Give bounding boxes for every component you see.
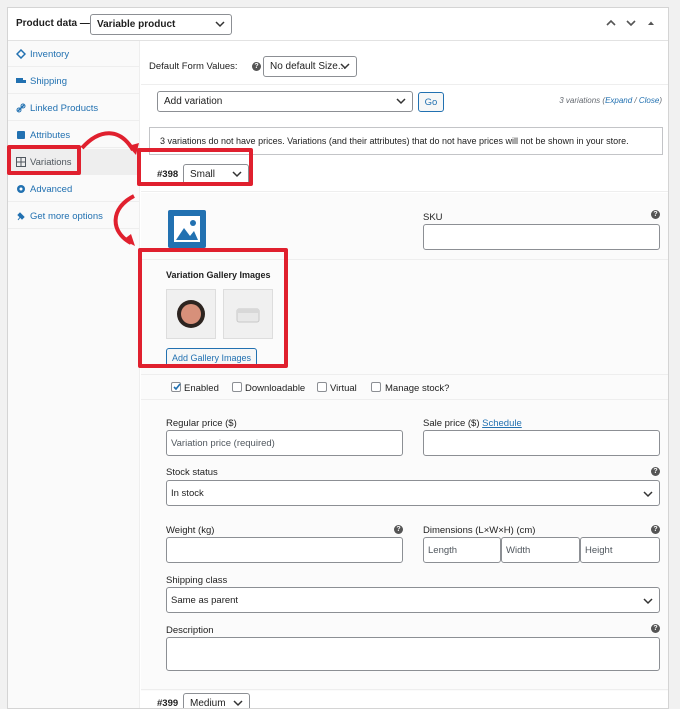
annotation-arrows [80, 131, 139, 246]
